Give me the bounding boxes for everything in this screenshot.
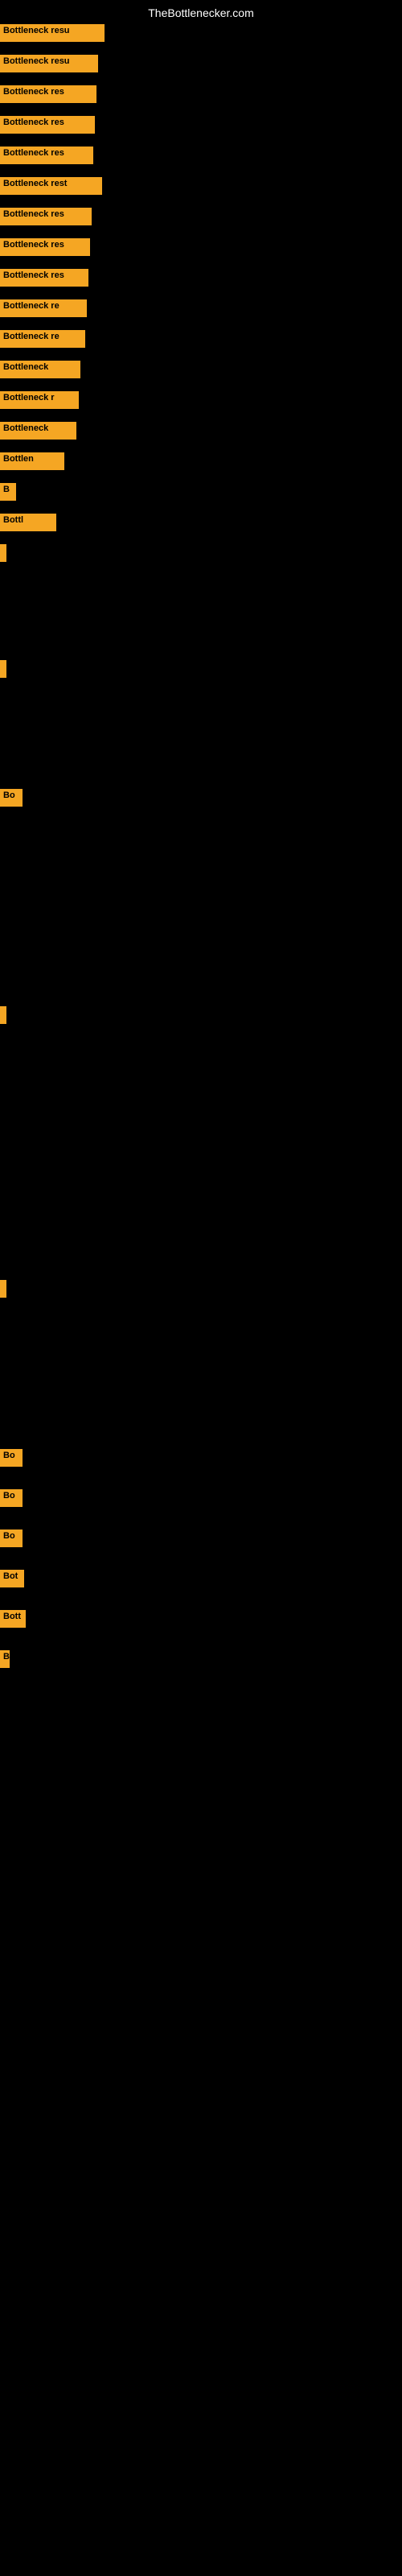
site-title: TheBottlenecker.com (148, 6, 254, 19)
bar-item (0, 544, 6, 562)
bar-item (0, 660, 6, 678)
bar-item: Bottleneck r (0, 391, 79, 409)
bar-item: Bottleneck res (0, 269, 88, 287)
bar-item: B (0, 1650, 10, 1668)
bar-item: Bottleneck res (0, 147, 93, 164)
bar-item: Bottleneck res (0, 116, 95, 134)
bar-item: Bottleneck rest (0, 177, 102, 195)
bar-item (0, 1280, 6, 1298)
bar-item: Bo (0, 1530, 23, 1547)
bar-item: B (0, 483, 16, 501)
bar-item: Bottleneck (0, 361, 80, 378)
bar-item: Bottl (0, 514, 56, 531)
bar-item: Bott (0, 1610, 26, 1628)
bar-item: Bottleneck re (0, 299, 87, 317)
bar-item: Bottleneck res (0, 238, 90, 256)
bar-item: Bottlen (0, 452, 64, 470)
bar-item: Bo (0, 1449, 23, 1467)
bar-item: Bo (0, 789, 23, 807)
bar-item: Bottleneck resu (0, 24, 105, 42)
bar-item: Bot (0, 1570, 24, 1587)
bar-item: Bottleneck resu (0, 55, 98, 72)
bar-item: Bottleneck re (0, 330, 85, 348)
bar-item: Bo (0, 1489, 23, 1507)
bar-item: Bottleneck res (0, 85, 96, 103)
bar-item: Bottleneck (0, 422, 76, 440)
bar-item (0, 1006, 6, 1024)
bar-item: Bottleneck res (0, 208, 92, 225)
